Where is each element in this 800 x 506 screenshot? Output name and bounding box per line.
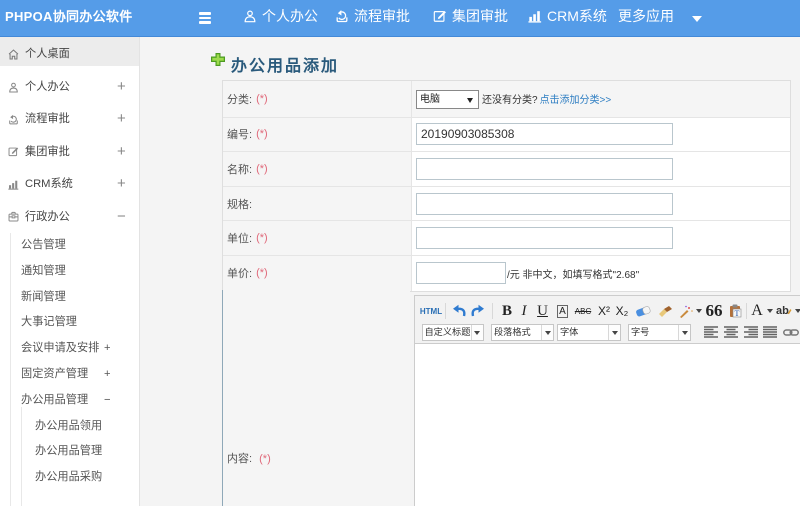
svg-text:T: T	[735, 309, 740, 318]
